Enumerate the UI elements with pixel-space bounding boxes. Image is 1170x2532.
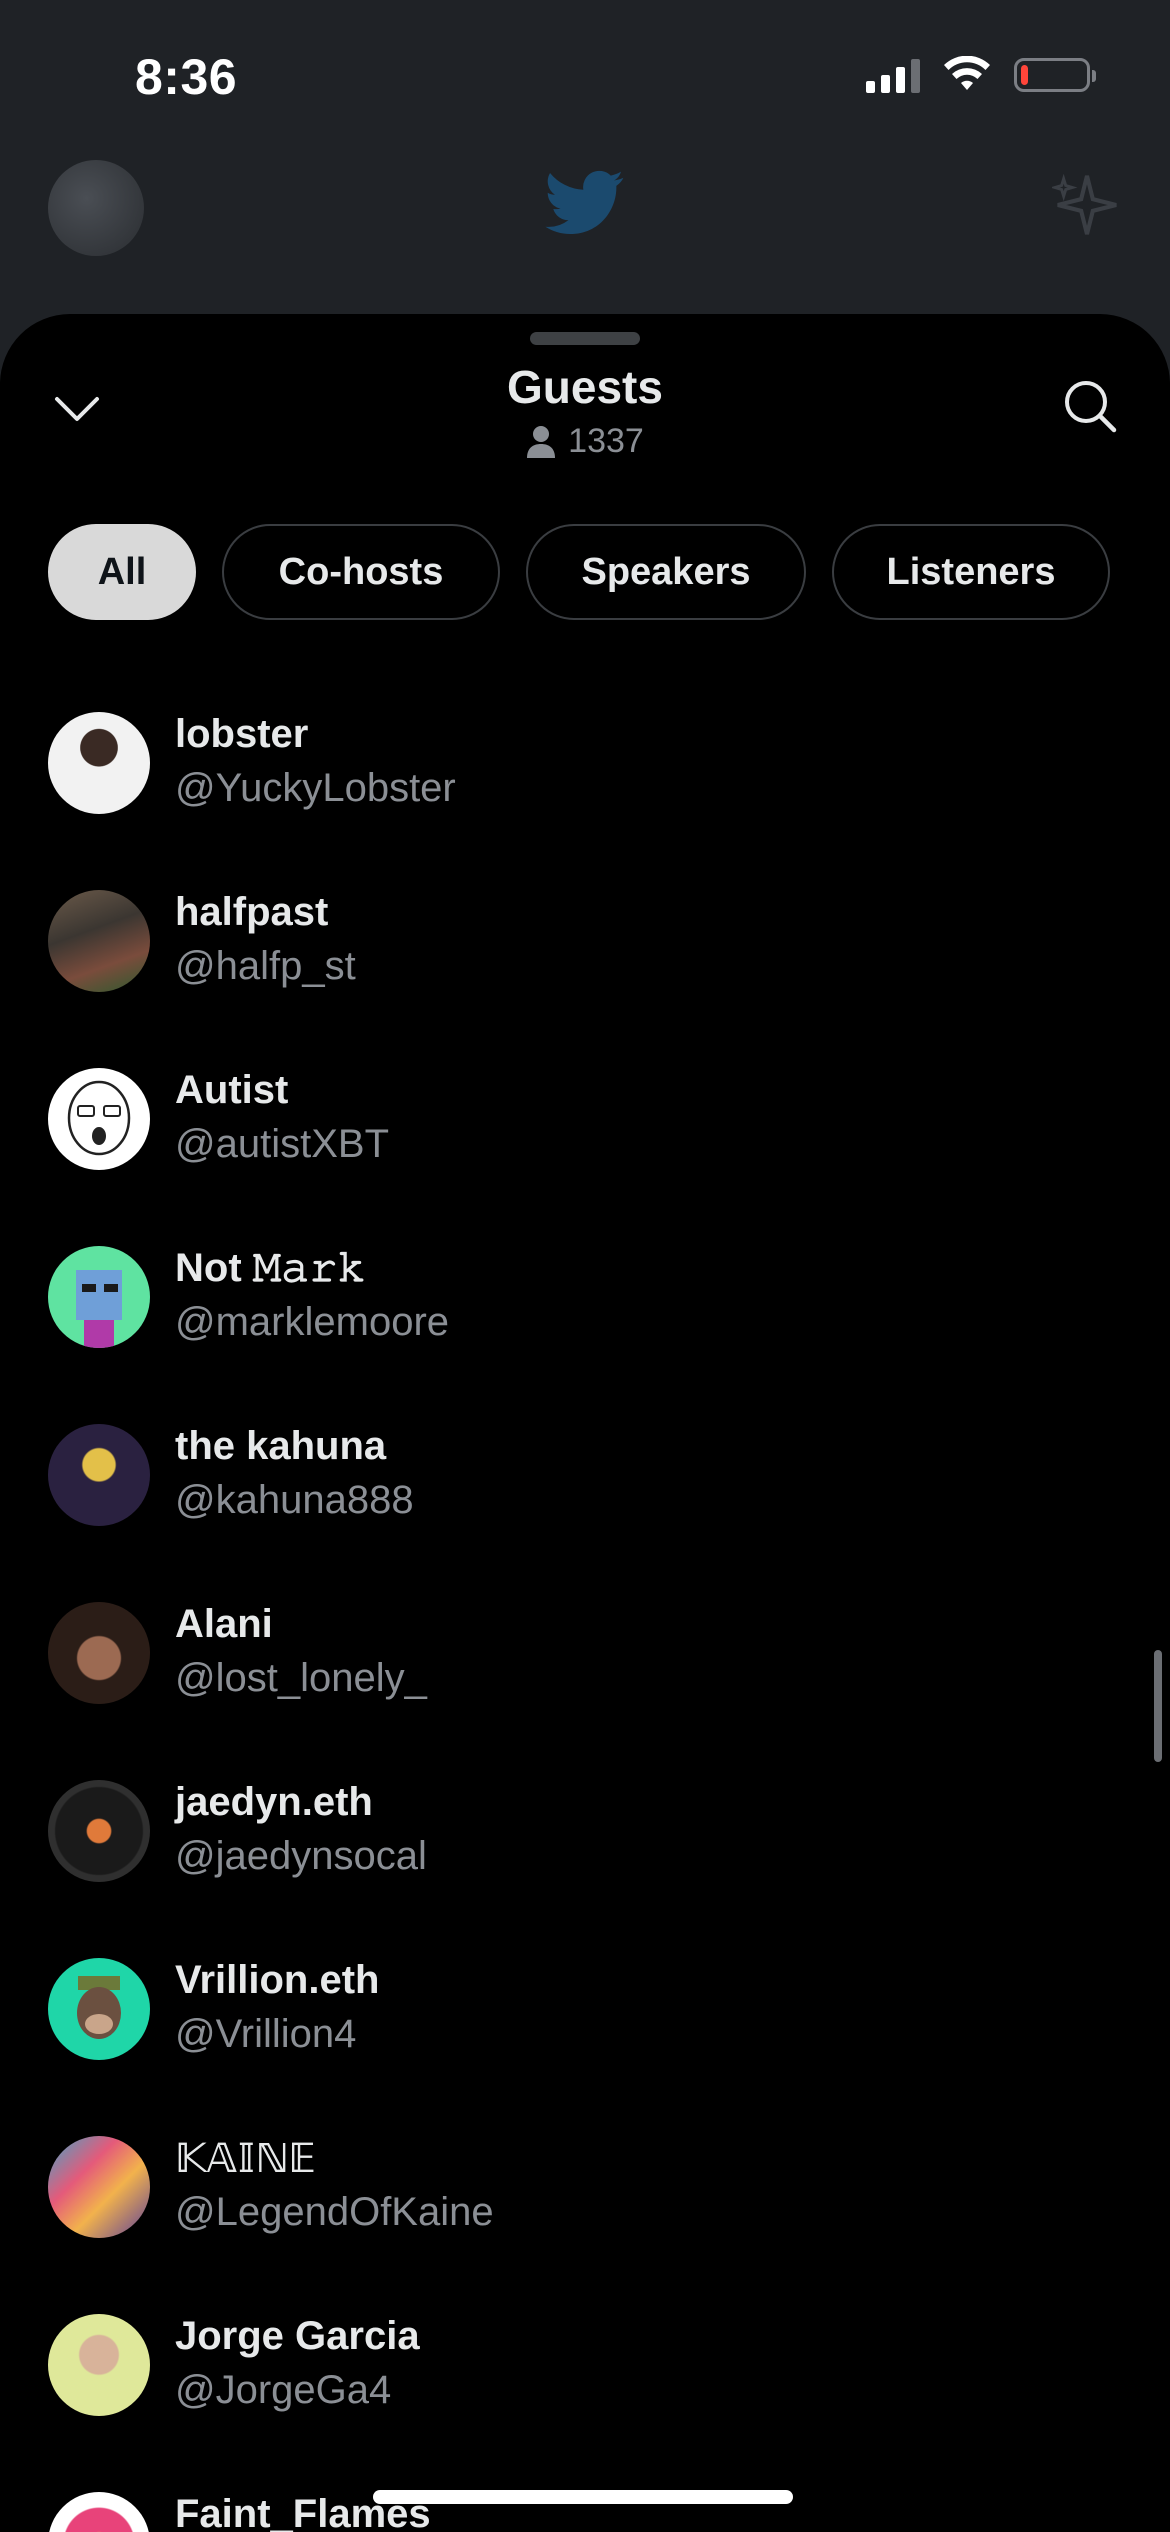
avatar (48, 1424, 150, 1526)
list-item[interactable]: 𝕂𝔸𝕀ℕ𝔼 @LegendOfKaine (0, 2116, 1170, 2294)
list-item[interactable]: Autist @autistXBT (0, 1048, 1170, 1226)
battery-level (1021, 65, 1028, 85)
filter-tabs: All Co-hosts Speakers Listeners (48, 524, 1110, 620)
guest-name: halfpast (175, 890, 329, 934)
avatar (48, 2314, 150, 2416)
cartoon-face-image (67, 1080, 131, 1156)
guest-handle: @jaedynsocal (175, 1834, 427, 1878)
guest-name: 𝕂𝔸𝕀ℕ𝔼 (175, 2137, 317, 2181)
tab-speakers[interactable]: Speakers (526, 524, 806, 620)
status-time: 8:36 (135, 49, 238, 105)
list-item[interactable]: jaedyn.eth @jaedynsocal (0, 1760, 1170, 1938)
avatar (48, 890, 150, 992)
avatar (48, 2492, 150, 2532)
guest-count-value: 1337 (568, 422, 644, 460)
cellular-signal-icon (866, 57, 920, 93)
guest-name: the kahuna (175, 1424, 387, 1468)
tab-co-hosts[interactable]: Co-hosts (222, 524, 500, 620)
sheet-grabber-handle[interactable] (530, 332, 640, 345)
guest-handle: @lost_lonely_ (175, 1656, 427, 1700)
twitter-bird-icon (545, 170, 624, 235)
guest-count: 1337 (0, 422, 1170, 461)
guest-name: Autist (175, 1068, 289, 1112)
list-item[interactable]: Alani @lost_lonely_ (0, 1582, 1170, 1760)
wifi-icon (944, 56, 990, 90)
guest-handle: @JorgeGa4 (175, 2368, 392, 2412)
search-button[interactable] (1050, 366, 1130, 446)
guest-handle: @marklemoore (175, 1300, 450, 1344)
list-item[interactable]: halfpast @halfp_st (0, 870, 1170, 1048)
list-item[interactable]: Not 𝙼𝚊𝚛𝚔 @marklemoore (0, 1226, 1170, 1404)
guest-list: lobster @YuckyLobster halfpast @halfp_st (0, 692, 1170, 2532)
avatar (48, 1068, 150, 1170)
avatar (48, 1246, 150, 1348)
home-indicator[interactable] (373, 2490, 793, 2504)
battery-icon (1014, 58, 1096, 92)
tab-listeners[interactable]: Listeners (832, 524, 1110, 620)
avatar (48, 1602, 150, 1704)
guest-handle: @YuckyLobster (175, 766, 456, 810)
guest-name: Not 𝙼𝚊𝚛𝚔 (175, 1246, 366, 1290)
list-item[interactable]: the kahuna @kahuna888 (0, 1404, 1170, 1582)
avatar (48, 1958, 150, 2060)
avatar (48, 1780, 150, 1882)
guest-handle: @Vrillion4 (175, 2012, 357, 2056)
status-icons (866, 56, 1096, 94)
guest-name: Jorge Garcia (175, 2314, 420, 2358)
sparkle-icon (1052, 173, 1117, 235)
pixel-punk-image (76, 1270, 122, 1348)
guest-name: Vrillion.eth (175, 1958, 380, 2002)
status-bar: 8:36 (0, 0, 1170, 150)
avatar (48, 712, 150, 814)
list-item[interactable]: Vrillion.eth @Vrillion4 (0, 1938, 1170, 2116)
guest-handle: @halfp_st (175, 944, 356, 988)
guest-handle: @autistXBT (175, 1122, 390, 1166)
person-icon (527, 425, 556, 458)
guest-handle: @kahuna888 (175, 1478, 414, 1522)
guest-handle: @LegendOfKaine (175, 2190, 494, 2234)
background-profile-avatar (48, 160, 144, 256)
avatar (48, 2136, 150, 2238)
search-icon (1065, 381, 1117, 433)
sheet-title: Guests (507, 361, 663, 413)
list-item[interactable]: lobster @YuckyLobster (0, 692, 1170, 870)
scrollbar[interactable] (1154, 1650, 1162, 1762)
tab-all[interactable]: All (48, 524, 196, 620)
guests-sheet: Guests 1337 All Co-hosts Speakers Listen… (0, 314, 1170, 2532)
ape-nft-image (77, 1976, 121, 2039)
guest-name: lobster (175, 712, 309, 756)
guest-name: jaedyn.eth (175, 1780, 373, 1824)
guest-name: Alani (175, 1602, 273, 1646)
list-item[interactable]: Jorge Garcia @JorgeGa4 (0, 2294, 1170, 2472)
screen: 8:36 Guests 1337 All Co-hosts Speakers L… (0, 0, 1170, 2532)
